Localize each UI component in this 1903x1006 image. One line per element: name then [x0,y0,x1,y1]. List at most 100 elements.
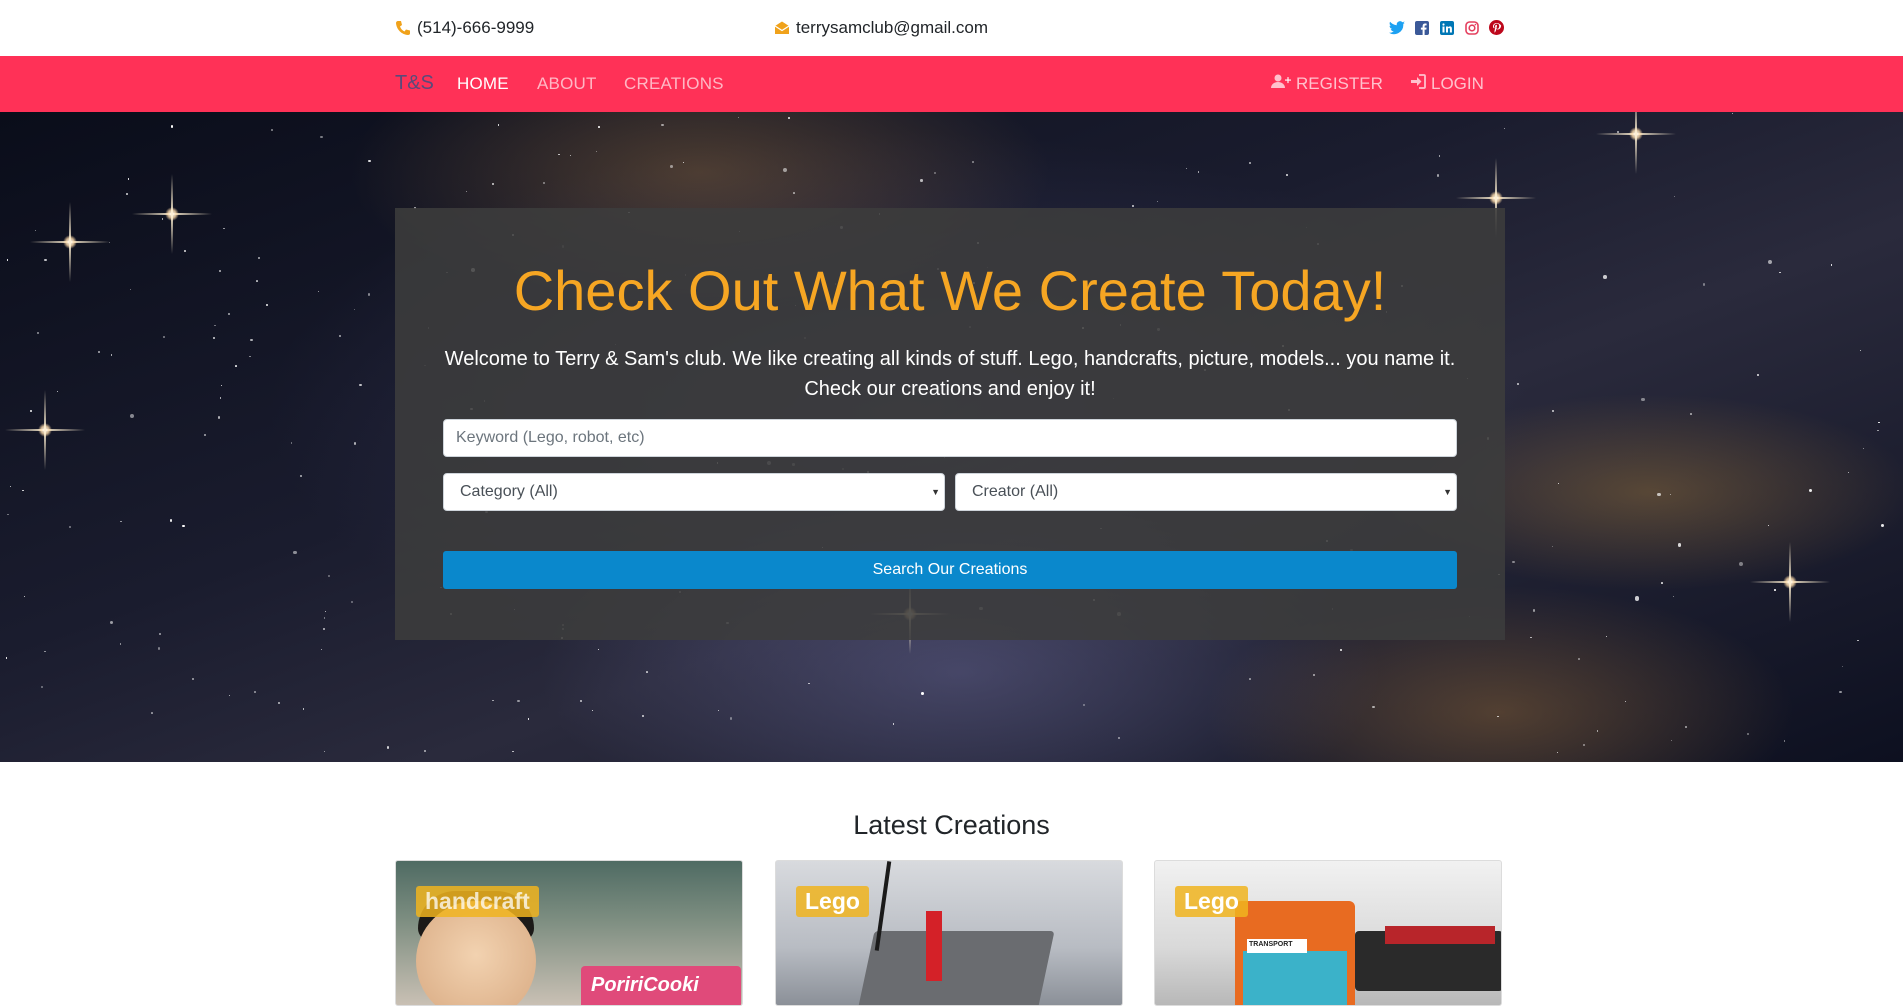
star-decoration [387,746,390,749]
phone-number: (514)-666-9999 [417,18,535,37]
star-decoration [1131,204,1135,208]
star-decoration [1532,609,1536,612]
pinterest-icon[interactable] [1488,19,1505,36]
star-decoration [1685,726,1687,729]
star-decoration [1784,740,1786,742]
star-decoration [1880,523,1885,528]
star-decoration [192,678,194,680]
star-decoration [1839,690,1842,694]
star-decoration [1738,562,1743,567]
login-label: LOGIN [1431,74,1484,93]
star-decoration [1863,447,1865,449]
star-decoration [1773,589,1776,591]
star-decoration [235,364,238,367]
star-decoration [300,475,303,478]
star-decoration [1841,665,1844,667]
hero-section: Check Out What We Create Today! Welcome … [0,112,1903,762]
star-decoration [40,686,43,689]
search-creations-button[interactable]: Search Our Creations [443,551,1457,589]
category-badge: handcraft [416,886,539,917]
star-decoration [227,313,230,316]
hero-welcome-text: Welcome to Terry & Sam's club. We like c… [444,348,1456,400]
nav-register[interactable]: REGISTER [1271,74,1383,94]
star-decoration [34,230,36,232]
star-decoration [1083,704,1086,707]
star-decoration [56,391,58,393]
star-decoration [328,575,331,578]
star-decoration [920,691,924,695]
photo-decoration [1243,951,1347,1005]
star-decoration [1672,595,1675,598]
star-decoration [5,657,7,659]
star-decoration [808,682,810,685]
star-decoration [321,648,323,650]
user-plus-icon [1271,74,1291,94]
star-decoration [338,335,342,338]
star-decoration [1578,658,1581,661]
category-select[interactable]: Category (All) ▼ [443,473,945,511]
linkedin-icon[interactable] [1438,19,1455,36]
star-decoration [258,257,261,260]
star-decoration [597,649,600,651]
nav-creations[interactable]: CREATIONS [624,74,724,94]
star-decoration [497,124,500,127]
star-decoration [1624,701,1626,703]
star-decoration [682,162,685,164]
top-contact-bar: (514)-666-9999 terrysamclub@gmail.com [0,0,1903,56]
star-decoration [109,621,113,625]
star-decoration [159,632,162,635]
photo-box-text: PoririCooki [591,974,699,996]
star-decoration [353,442,357,446]
photo-decoration [926,911,942,981]
star-decoration [1757,373,1760,376]
star-decoration [248,355,251,358]
facebook-icon[interactable] [1413,19,1430,36]
star-decoration [646,670,648,673]
star-decoration [1340,649,1343,652]
star-decoration [1857,639,1859,642]
main-navbar: T&S HOME ABOUT CREATIONS REGISTER LOGIN [0,56,1903,112]
star-decoration [1671,739,1673,741]
star-decoration [1768,260,1773,265]
creation-card[interactable]: PoririCooki handcraft [395,860,743,1006]
creator-select-value: Creator (All) [972,483,1059,500]
creation-card[interactable]: Lego [775,860,1123,1006]
star-decoration [1830,264,1832,266]
star-decoration [170,519,173,522]
caret-down-icon: ▼ [1443,487,1452,497]
star-decoration [1497,715,1499,718]
star-decoration [37,332,39,334]
creation-card[interactable]: TRANSPORT Lego [1154,860,1502,1006]
star-decoration [512,750,514,752]
star-decoration [595,151,598,153]
photo-decoration [857,931,1055,1005]
star-decoration [542,181,545,185]
star-decoration [466,191,468,193]
phone-icon [395,20,411,36]
brand-logo[interactable]: T&S [395,72,434,95]
instagram-icon[interactable] [1463,19,1480,36]
star-decoration [1249,161,1252,164]
star-decoration [598,125,601,128]
star-decoration [214,324,216,327]
nav-home[interactable]: HOME [457,74,509,94]
nav-about[interactable]: ABOUT [537,74,597,94]
star-decoration [350,600,354,604]
nav-login[interactable]: LOGIN [1410,74,1484,94]
photo-sign-text: TRANSPORT [1247,939,1307,953]
star-decoration [228,694,231,697]
creator-select[interactable]: Creator (All) ▼ [955,473,1457,511]
star-decoration [126,192,128,195]
star-decoration [151,712,153,714]
star-decoration [120,643,122,645]
twitter-icon[interactable] [1388,19,1405,36]
star-decoration [182,524,185,528]
star-decoration [127,178,130,180]
star-decoration [1634,596,1640,601]
keyword-search-input[interactable] [443,419,1457,457]
star-decoration [1673,195,1675,197]
star-decoration [278,701,281,704]
star-decoration [1848,471,1850,473]
star-decoration [1312,674,1315,677]
category-badge: Lego [1175,886,1248,917]
